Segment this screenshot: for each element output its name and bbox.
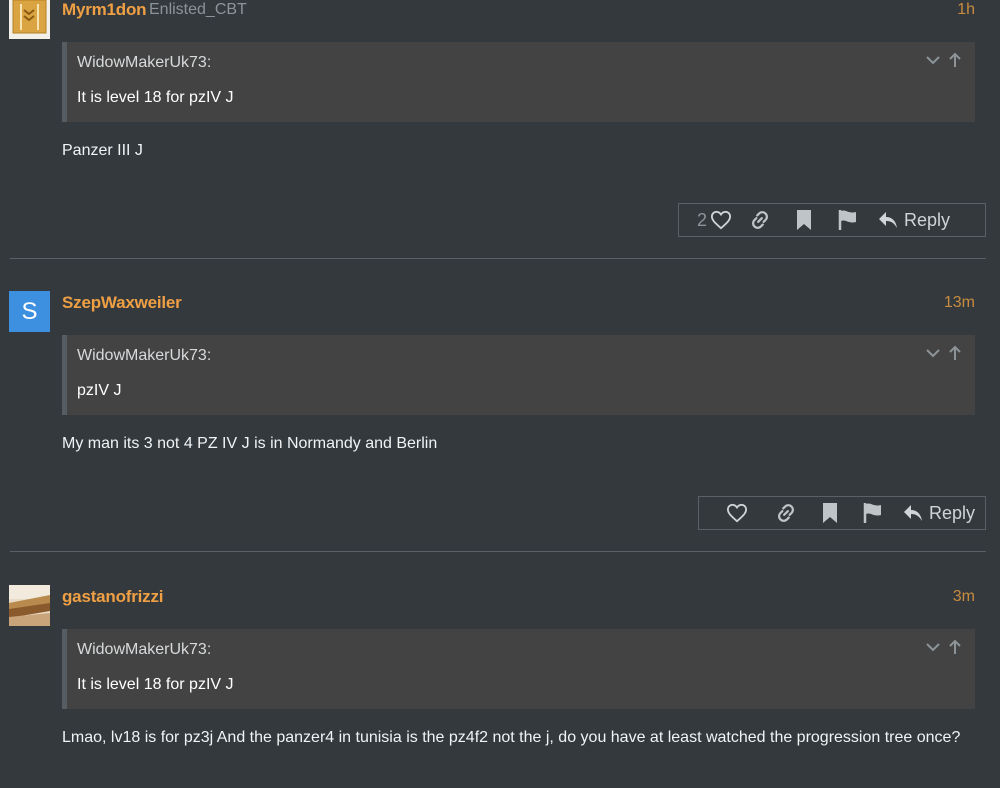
avatar[interactable] — [9, 585, 50, 626]
quote-author[interactable]: WidowMakerUk73: — [77, 641, 211, 659]
reply-label: Reply — [904, 209, 951, 230]
like-count: 2 — [697, 209, 708, 230]
expand-quote-icon[interactable] — [925, 345, 941, 361]
quote-text: pzIV J — [77, 382, 122, 399]
quote-author[interactable]: WidowMakerUk73: — [77, 347, 211, 365]
post-time[interactable]: 1h — [957, 1, 975, 19]
bookmark-button[interactable] — [808, 497, 852, 529]
like-button[interactable] — [699, 497, 764, 529]
flag-button[interactable] — [851, 497, 895, 529]
post-body: My man its 3 not 4 PZ IV J is in Normand… — [62, 435, 438, 452]
like-button[interactable]: 2 — [679, 210, 738, 231]
avatar[interactable]: S — [9, 291, 50, 332]
post-divider — [10, 551, 986, 552]
username[interactable]: SzepWaxweiler — [62, 293, 182, 313]
flag-icon — [838, 209, 858, 231]
avatar[interactable] — [9, 0, 50, 39]
go-to-quoted-post-icon[interactable] — [947, 639, 963, 655]
heart-icon — [726, 503, 748, 523]
flag-button[interactable] — [826, 204, 870, 236]
quote: WidowMakerUk73: It is level 18 for pzIV … — [62, 629, 975, 709]
post-body: Lmao, lv18 is for pz3j And the panzer4 i… — [62, 729, 961, 746]
photo-avatar-icon — [9, 585, 50, 626]
reply-button[interactable]: Reply — [870, 210, 960, 231]
expand-quote-icon[interactable] — [925, 52, 941, 68]
quote: WidowMakerUk73: It is level 18 for pzIV … — [62, 42, 975, 122]
shield-emblem-icon — [9, 0, 50, 39]
reply-label: Reply — [928, 502, 976, 523]
post-actions: Reply — [698, 496, 986, 530]
quote-author[interactable]: WidowMakerUk73: — [77, 54, 211, 72]
username[interactable]: gastanofrizzi — [62, 587, 164, 607]
post-1: Myrm1don Enlisted_CBT 1h WidowMakerUk73:… — [0, 0, 1000, 258]
user-title: Enlisted_CBT — [149, 1, 247, 18]
post-time[interactable]: 3m — [953, 588, 975, 606]
flag-icon — [863, 502, 883, 524]
reply-button[interactable]: Reply — [895, 503, 985, 524]
reply-arrow-icon — [878, 211, 898, 229]
quote: WidowMakerUk73: pzIV J — [62, 335, 975, 415]
username[interactable]: Myrm1don — [62, 0, 147, 20]
link-icon — [749, 209, 771, 231]
post-time[interactable]: 13m — [944, 294, 975, 312]
heart-icon — [710, 210, 732, 230]
bookmark-icon — [795, 209, 813, 231]
quote-text: It is level 18 for pzIV J — [77, 89, 234, 106]
reply-arrow-icon — [903, 504, 923, 522]
share-link-button[interactable] — [764, 497, 808, 529]
link-icon — [775, 502, 797, 524]
share-link-button[interactable] — [738, 204, 782, 236]
bookmark-icon — [821, 502, 839, 524]
post-3: gastanofrizzi 3m WidowMakerUk73: It is l… — [0, 585, 1000, 788]
bookmark-button[interactable] — [782, 204, 826, 236]
expand-quote-icon[interactable] — [925, 639, 941, 655]
post-actions: 2 Reply — [678, 203, 986, 237]
post-body: Panzer III J — [62, 142, 143, 159]
post-2: S SzepWaxweiler 13m WidowMakerUk73: pzIV… — [0, 291, 1000, 551]
post-divider — [10, 258, 986, 259]
quote-text: It is level 18 for pzIV J — [77, 676, 234, 693]
go-to-quoted-post-icon[interactable] — [947, 52, 963, 68]
go-to-quoted-post-icon[interactable] — [947, 345, 963, 361]
